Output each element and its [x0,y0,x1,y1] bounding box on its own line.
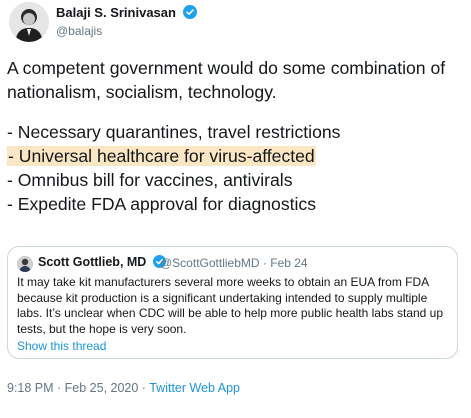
quoted-line: tests, but the hope is very soon. [17,321,187,336]
timestamp[interactable]: 9:18 PM · Feb 25, 2020 · [7,381,149,395]
quoted-author-name: Scott Gottlieb, MD [38,255,166,271]
quoted-author-handle: @ScottGottliebMD [160,256,260,270]
source-link[interactable]: Twitter Web App [149,381,240,395]
author-name-text[interactable]: Balaji S. Srinivasan [56,5,176,20]
tweet-line: A competent government would do some com… [7,58,446,78]
quoted-meta: @ScottGottliebMD · Feb 24 [160,256,308,270]
quoted-line: It may take kit manufacturers several mo… [17,275,430,289]
author-avatar[interactable] [9,2,49,42]
meta-separator: · [262,256,267,270]
author-name[interactable]: Balaji S. Srinivasan [56,5,197,22]
quoted-tweet[interactable]: Scott Gottlieb, MD @ScottGottliebMD · Fe… [7,246,458,359]
quoted-line: because kit production is a significant … [17,290,428,305]
tweet-bullet: - Expedite FDA approval for diagnostics [7,194,317,214]
show-thread-link[interactable]: Show this thread [17,339,106,353]
tweet-line: nationalism, socialism, technology. [7,82,277,102]
quoted-line: labs. It’s unclear when CDC will be able… [17,306,444,320]
tweet-footer: 9:18 PM · Feb 25, 2020 · Twitter Web App [7,381,240,395]
tweet-text: A competent government would do some com… [7,56,467,216]
verified-badge-icon [182,5,197,22]
quoted-date: Feb 24 [270,256,308,270]
tweet-card: Balaji S. Srinivasan @balajis A competen… [0,0,471,418]
quoted-text: It may take kit manufacturers several mo… [17,275,452,337]
author-handle[interactable]: @balajis [56,24,102,38]
highlight-mark: - Universal healthcare for virus-affecte… [7,146,316,166]
tweet-bullet: - Omnibus bill for vaccines, antivirals [7,170,293,190]
quoted-author-name-text: Scott Gottlieb, MD [38,255,147,269]
quoted-author-avatar [17,256,33,272]
tweet-bullet-highlighted: - Universal healthcare for virus-affecte… [7,144,467,168]
tweet-bullet: - Necessary quarantines, travel restrict… [7,122,341,142]
